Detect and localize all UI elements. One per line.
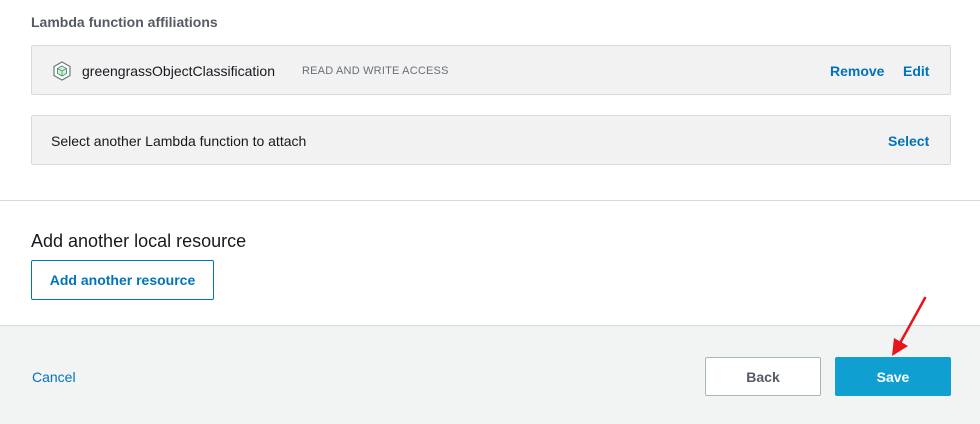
attach-lambda-prompt: Select another Lambda function to attach: [51, 133, 307, 149]
cancel-link[interactable]: Cancel: [32, 369, 76, 385]
lambda-function-name: greengrassObjectClassification: [82, 63, 275, 79]
section-heading: Lambda function affiliations: [31, 14, 218, 30]
lambda-function-row: greengrassObjectClassification READ AND …: [31, 45, 951, 95]
local-resource-title: Add another local resource: [31, 231, 247, 251]
add-resource-button[interactable]: Add another resource: [31, 260, 214, 300]
footer-bar: Cancel Back Save: [0, 326, 980, 424]
save-button[interactable]: Save: [835, 357, 951, 396]
attach-lambda-row: Select another Lambda function to attach…: [31, 115, 951, 165]
local-resource-section: Add another local resource Add another r…: [0, 201, 980, 326]
lambda-affiliations-section: Lambda function affiliations greengrassO…: [0, 0, 980, 201]
select-link[interactable]: Select: [888, 133, 929, 149]
lambda-cube-icon: [53, 61, 71, 81]
remove-link[interactable]: Remove: [830, 63, 884, 79]
back-button[interactable]: Back: [705, 357, 821, 396]
red-arrow-icon: [892, 296, 927, 356]
access-level-badge: READ AND WRITE ACCESS: [302, 65, 449, 77]
edit-link[interactable]: Edit: [903, 63, 929, 79]
